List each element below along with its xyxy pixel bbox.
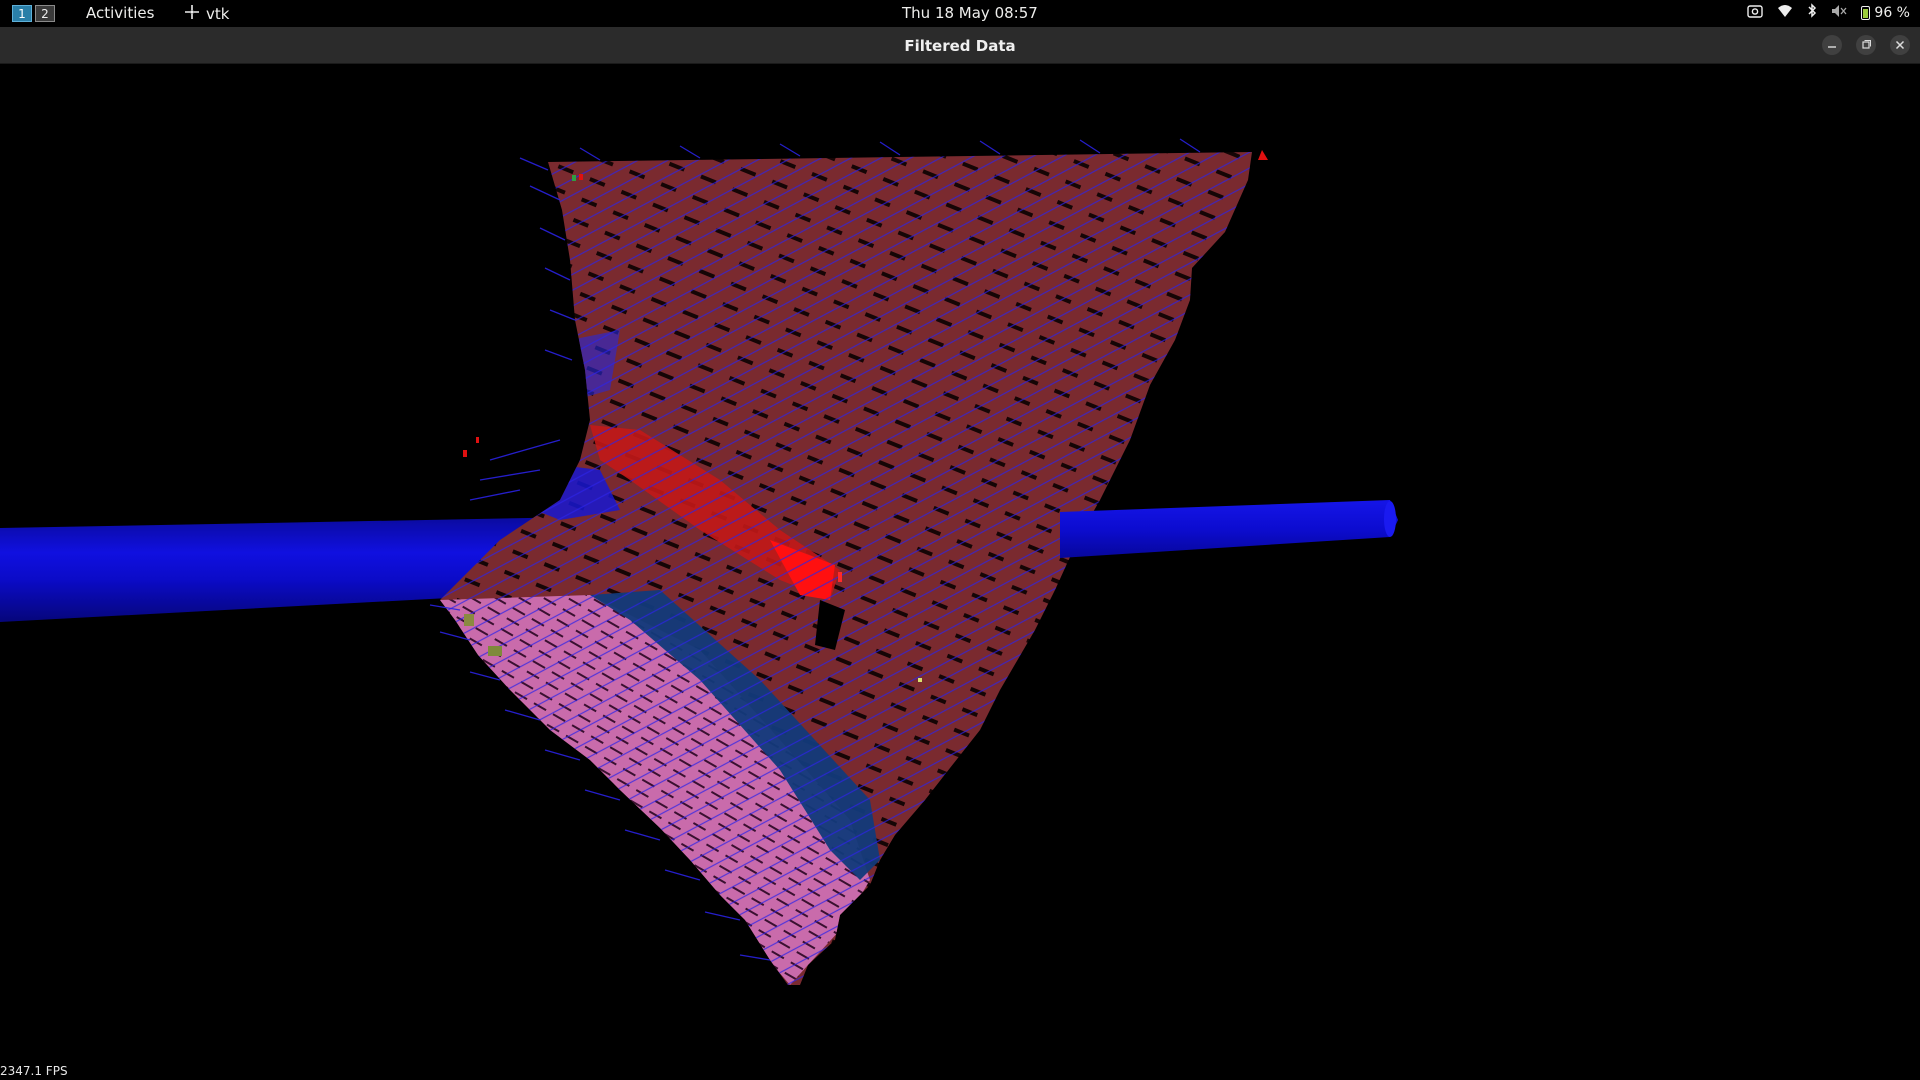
vtk-render-viewport[interactable]: 2347.1 FPS: [0, 64, 1920, 1080]
window-controls: [1822, 35, 1910, 55]
close-button[interactable]: [1890, 35, 1910, 55]
bluetooth-icon[interactable]: [1807, 3, 1817, 22]
battery-percent: 96 %: [1874, 4, 1910, 21]
workspace-2[interactable]: 2: [35, 5, 55, 22]
system-tray[interactable]: 96 %: [1747, 3, 1910, 22]
workspace-1[interactable]: 1: [12, 5, 32, 22]
fps-counter: 2347.1 FPS: [0, 1064, 68, 1078]
workspace-switcher: 1 2: [12, 5, 55, 22]
rendered-scene: [0, 138, 1398, 985]
system-top-bar: 1 2 Activities vtk Thu 18 May 08:57 96 %: [0, 0, 1920, 27]
battery-icon: [1861, 5, 1871, 20]
restore-button[interactable]: [1856, 35, 1876, 55]
filtered-surface: [440, 152, 1252, 985]
app-menu[interactable]: vtk: [184, 4, 229, 24]
app-menu-label: vtk: [206, 5, 230, 23]
volume-muted-icon[interactable]: [1831, 4, 1847, 22]
activities-button[interactable]: Activities: [86, 4, 154, 22]
window-title: Filtered Data: [904, 37, 1016, 55]
battery-indicator[interactable]: 96 %: [1861, 5, 1910, 21]
wifi-icon[interactable]: [1777, 4, 1793, 22]
clock[interactable]: Thu 18 May 08:57: [902, 4, 1038, 22]
screenshot-icon[interactable]: [1747, 4, 1764, 22]
minimize-button[interactable]: [1822, 35, 1842, 55]
window-title-bar[interactable]: Filtered Data: [0, 27, 1920, 64]
axis-cylinder-right: [1060, 500, 1398, 558]
vtk-app-icon: [184, 4, 200, 24]
